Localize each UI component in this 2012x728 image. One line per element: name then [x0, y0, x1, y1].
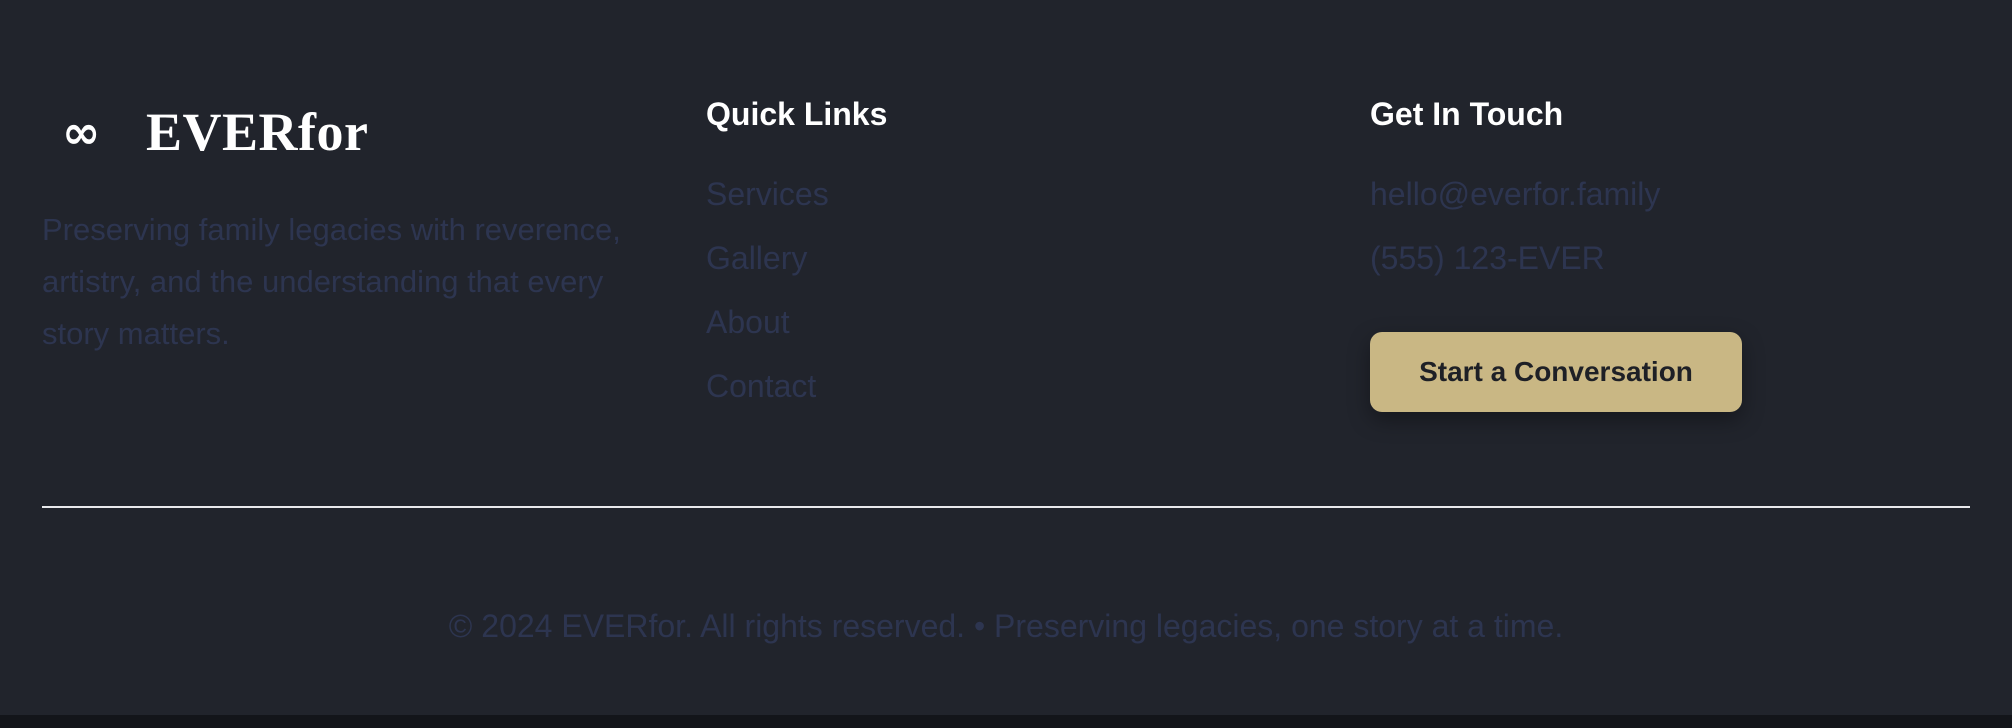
phone-link[interactable]: (555) 123-EVER	[1370, 226, 1930, 290]
brand-tagline: Preserving family legacies with reverenc…	[42, 212, 621, 351]
gallery-link[interactable]: Gallery	[706, 240, 807, 276]
footer-divider	[42, 506, 1970, 508]
brand-logo[interactable]: ∞ EVERfor	[42, 100, 662, 164]
list-item: Gallery	[706, 226, 1206, 290]
quick-links-title: Quick Links	[706, 96, 888, 132]
list-item: About	[706, 290, 1206, 354]
about-link[interactable]: About	[706, 304, 790, 340]
brand-name: EVERfor	[146, 102, 369, 162]
infinity-icon: ∞	[62, 105, 101, 159]
list-item: Contact	[706, 354, 1206, 418]
footer-brand: ∞ EVERfor Preserving family legacies wit…	[42, 100, 662, 391]
copyright-text: © 2024 EVERfor. All rights reserved. • P…	[448, 608, 1564, 644]
quick-links-list: Services Gallery About Contact	[706, 162, 1206, 418]
get-in-touch-title: Get In Touch	[1370, 96, 1564, 132]
site-footer: ∞ EVERfor Preserving family legacies wit…	[0, 0, 2012, 715]
services-link[interactable]: Services	[706, 176, 829, 212]
get-in-touch-section: Get In Touch hello@everfor.family (555) …	[1370, 90, 1930, 412]
start-conversation-button[interactable]: Start a Conversation	[1370, 332, 1742, 412]
quick-links-section: Quick Links Services Gallery About Conta…	[706, 90, 1206, 418]
list-item: Services	[706, 162, 1206, 226]
contact-list: hello@everfor.family (555) 123-EVER	[1370, 162, 1930, 290]
contact-link[interactable]: Contact	[706, 368, 816, 404]
email-link[interactable]: hello@everfor.family	[1370, 162, 1930, 226]
